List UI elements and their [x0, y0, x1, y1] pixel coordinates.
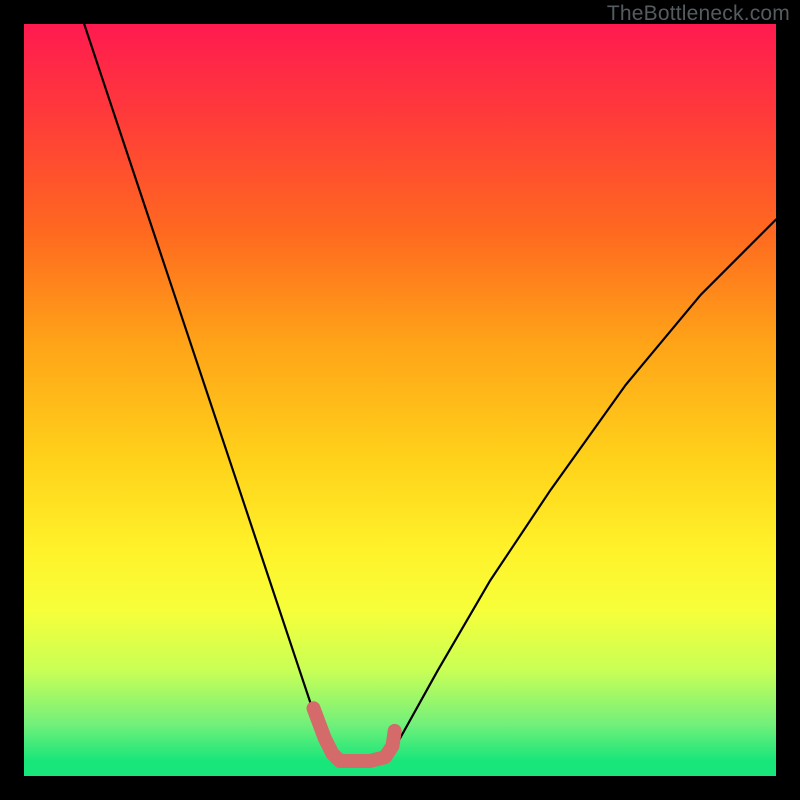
chart-frame: TheBottleneck.com: [0, 0, 800, 800]
curve-layer: [24, 24, 776, 776]
watermark-text: TheBottleneck.com: [607, 2, 790, 26]
highlight-segment: [314, 708, 395, 761]
bottleneck-curve: [84, 24, 776, 761]
plot-area: [24, 24, 776, 776]
